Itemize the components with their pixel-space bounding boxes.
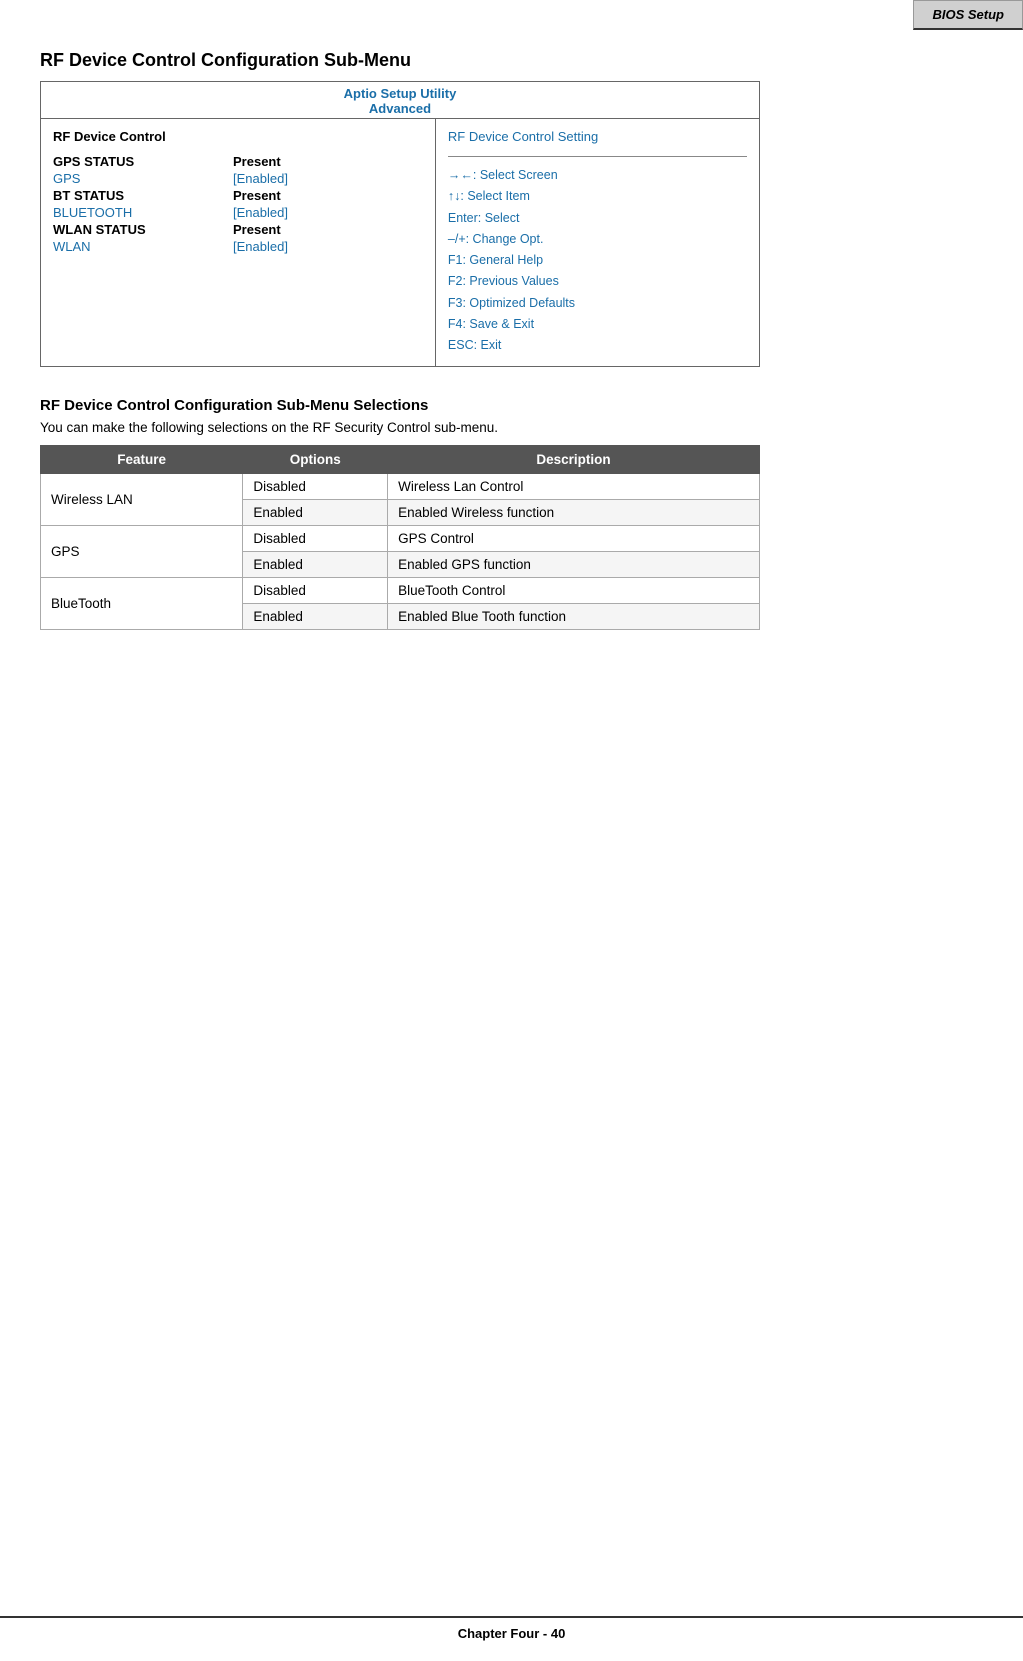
option-bluetooth-disabled: Disabled [243, 578, 388, 604]
bios-header: Aptio Setup Utility Advanced [41, 82, 759, 119]
bios-tab-advanced[interactable]: Advanced [41, 101, 759, 116]
help-line-4: –/+: Change Opt. [448, 229, 747, 250]
selections-subtitle: You can make the following selections on… [40, 420, 983, 435]
help-text: →←: Select Screen ↑↓: Select Item Enter:… [448, 165, 747, 356]
bios-row-gps-status: GPS STATUS Present [53, 154, 423, 169]
selections-title: RF Device Control Configuration Sub-Menu… [40, 397, 983, 414]
footer-label: Chapter Four - 40 [458, 1626, 566, 1641]
wlan-status-label: WLAN STATUS [53, 222, 233, 237]
bluetooth-label: BLUETOOTH [53, 205, 233, 220]
gps-value: [Enabled] [233, 171, 288, 186]
bios-row-bluetooth[interactable]: BLUETOOTH [Enabled] [53, 205, 423, 220]
desc-gps-disabled: GPS Control [388, 526, 760, 552]
feature-gps: GPS [41, 526, 243, 578]
selections-table: Feature Options Description Wireless LAN… [40, 445, 760, 630]
bios-left-panel: RF Device Control GPS STATUS Present GPS… [41, 119, 436, 366]
bios-right-panel: RF Device Control Setting →←: Select Scr… [436, 119, 759, 366]
help-line-2: ↑↓: Select Item [448, 186, 747, 207]
option-gps-enabled: Enabled [243, 552, 388, 578]
desc-gps-enabled: Enabled GPS function [388, 552, 760, 578]
table-header-row: Feature Options Description [41, 446, 760, 474]
right-divider [448, 156, 747, 157]
gps-status-value: Present [233, 154, 281, 169]
col-header-feature: Feature [41, 446, 243, 474]
help-line-8: F4: Save & Exit [448, 314, 747, 335]
bios-tab-label: BIOS Setup [913, 0, 1023, 30]
bios-row-bt-status: BT STATUS Present [53, 188, 423, 203]
desc-wireless-lan-enabled: Enabled Wireless function [388, 500, 760, 526]
desc-bluetooth-enabled: Enabled Blue Tooth function [388, 604, 760, 630]
wlan-value: [Enabled] [233, 239, 288, 254]
option-wireless-lan-enabled: Enabled [243, 500, 388, 526]
bt-status-label: BT STATUS [53, 188, 233, 203]
desc-bluetooth-disabled: BlueTooth Control [388, 578, 760, 604]
bios-row-wlan-status: WLAN STATUS Present [53, 222, 423, 237]
wlan-label: WLAN [53, 239, 233, 254]
help-line-3: Enter: Select [448, 208, 747, 229]
desc-wireless-lan-disabled: Wireless Lan Control [388, 474, 760, 500]
help-line-1: →←: Select Screen [448, 165, 747, 186]
selections-section: RF Device Control Configuration Sub-Menu… [40, 397, 983, 630]
right-panel-title: RF Device Control Setting [448, 129, 747, 144]
page-footer: Chapter Four - 40 [0, 1616, 1023, 1641]
feature-wireless-lan: Wireless LAN [41, 474, 243, 526]
option-bluetooth-enabled: Enabled [243, 604, 388, 630]
table-row: Wireless LAN Disabled Wireless Lan Contr… [41, 474, 760, 500]
table-row: BlueTooth Disabled BlueTooth Control [41, 578, 760, 604]
bios-row-wlan[interactable]: WLAN [Enabled] [53, 239, 423, 254]
option-gps-disabled: Disabled [243, 526, 388, 552]
bios-section-label: RF Device Control [53, 129, 423, 144]
gps-label: GPS [53, 171, 233, 186]
help-line-6: F2: Previous Values [448, 271, 747, 292]
help-line-5: F1: General Help [448, 250, 747, 271]
option-wireless-lan-disabled: Disabled [243, 474, 388, 500]
help-line-7: F3: Optimized Defaults [448, 293, 747, 314]
feature-bluetooth: BlueTooth [41, 578, 243, 630]
utility-title: Aptio Setup Utility [41, 86, 759, 101]
col-header-description: Description [388, 446, 760, 474]
bluetooth-value: [Enabled] [233, 205, 288, 220]
col-header-options: Options [243, 446, 388, 474]
page-title: RF Device Control Configuration Sub-Menu [40, 50, 983, 71]
table-row: GPS Disabled GPS Control [41, 526, 760, 552]
gps-status-label: GPS STATUS [53, 154, 233, 169]
help-line-9: ESC: Exit [448, 335, 747, 356]
wlan-status-value: Present [233, 222, 281, 237]
bt-status-value: Present [233, 188, 281, 203]
bios-row-gps[interactable]: GPS [Enabled] [53, 171, 423, 186]
bios-setup-box: Aptio Setup Utility Advanced RF Device C… [40, 81, 760, 367]
bios-body: RF Device Control GPS STATUS Present GPS… [41, 119, 759, 366]
